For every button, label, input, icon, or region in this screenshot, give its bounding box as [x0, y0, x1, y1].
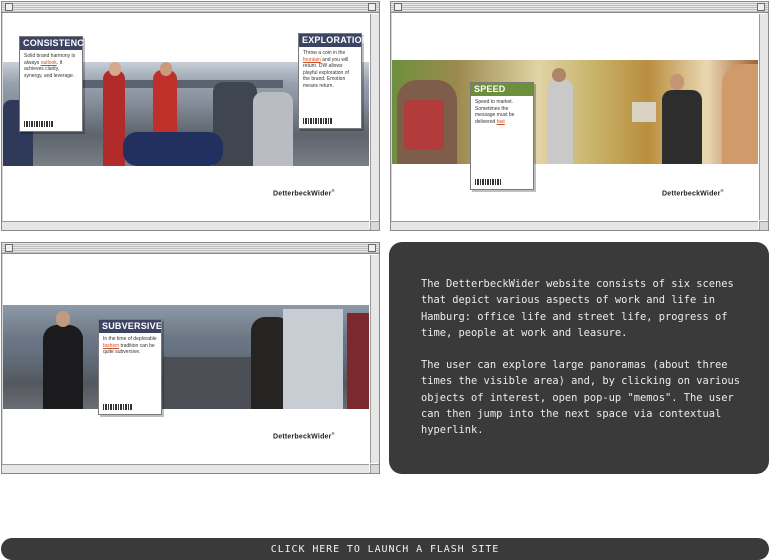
barcode-icon [475, 179, 501, 185]
vertical-scrollbar[interactable] [759, 14, 768, 220]
brand-logo[interactable]: DetterbeckWider® [662, 188, 724, 197]
memo-title: CONSISTENCY [20, 37, 90, 50]
window-content: SPEED Speed to market. Sometimes the mes… [392, 14, 758, 220]
barcode-icon [24, 121, 54, 127]
close-box-icon[interactable] [5, 3, 13, 11]
memo-text: Throw a coin in the fountain and you wil… [303, 50, 349, 89]
memo-title: SUBVERSIVE [99, 320, 162, 333]
memo-text: In the time of deplorable fashion tradit… [103, 336, 157, 355]
memo-title: EXPLORATION [299, 34, 368, 47]
memo-link-fountain[interactable]: fountain [303, 57, 321, 63]
memo-text: Solid brand harmony is always outlook. I… [24, 53, 76, 79]
description-paragraph-2: The user can explore large panoramas (ab… [421, 359, 741, 437]
memo-speed[interactable]: SPEED Speed to market. Sometimes the mes… [470, 82, 534, 190]
zoom-box-icon[interactable] [368, 3, 376, 11]
zoom-box-icon[interactable] [368, 244, 376, 252]
description-paragraph-1: The DetterbeckWider website consists of … [421, 278, 734, 339]
panorama-photo-street[interactable] [3, 305, 369, 409]
browser-window-scene-3: SUBVERSIVE In the time of deplorable fas… [1, 242, 380, 474]
barcode-icon [103, 404, 133, 410]
brand-logo[interactable]: DetterbeckWider® [273, 188, 335, 197]
horizontal-scrollbar[interactable] [2, 464, 369, 473]
resize-handle-icon[interactable] [370, 464, 379, 473]
description-panel: The DetterbeckWider website consists of … [389, 242, 769, 474]
browser-window-scene-2: SPEED Speed to market. Sometimes the mes… [390, 1, 769, 231]
resize-handle-icon[interactable] [370, 221, 379, 230]
vertical-scrollbar[interactable] [370, 14, 379, 220]
window-title-bar[interactable] [2, 243, 379, 254]
vertical-scrollbar[interactable] [370, 255, 379, 463]
horizontal-scrollbar[interactable] [391, 221, 758, 230]
brand-logo[interactable]: DetterbeckWider® [273, 431, 335, 440]
window-content: SUBVERSIVE In the time of deplorable fas… [3, 255, 369, 463]
resize-handle-icon[interactable] [759, 221, 768, 230]
horizontal-scrollbar[interactable] [2, 221, 369, 230]
barcode-icon [303, 118, 333, 124]
launch-flash-site-button[interactable]: CLICK HERE TO LAUNCH A FLASH SITE [1, 538, 769, 560]
memo-link-fast[interactable]: fast [497, 119, 505, 125]
window-title-bar[interactable] [2, 2, 379, 13]
panorama-photo-office[interactable] [392, 60, 758, 164]
memo-link-fashion[interactable]: fashion [103, 343, 119, 349]
zoom-box-icon[interactable] [757, 3, 765, 11]
memo-subversive[interactable]: SUBVERSIVE In the time of deplorable fas… [98, 319, 162, 415]
memo-consistency[interactable]: CONSISTENCY Solid brand harmony is alway… [19, 36, 90, 132]
memo-title: SPEED [471, 83, 533, 96]
close-box-icon[interactable] [5, 244, 13, 252]
browser-window-scene-1: CONSISTENCY Solid brand harmony is alway… [1, 1, 380, 231]
window-title-bar[interactable] [391, 2, 768, 13]
window-content: CONSISTENCY Solid brand harmony is alway… [3, 14, 369, 220]
memo-exploration[interactable]: EXPLORATION Throw a coin in the fountain… [298, 33, 368, 129]
close-box-icon[interactable] [394, 3, 402, 11]
memo-link-outlook[interactable]: outlook [41, 60, 57, 66]
memo-text: Speed to market. Sometimes the message m… [475, 99, 515, 125]
